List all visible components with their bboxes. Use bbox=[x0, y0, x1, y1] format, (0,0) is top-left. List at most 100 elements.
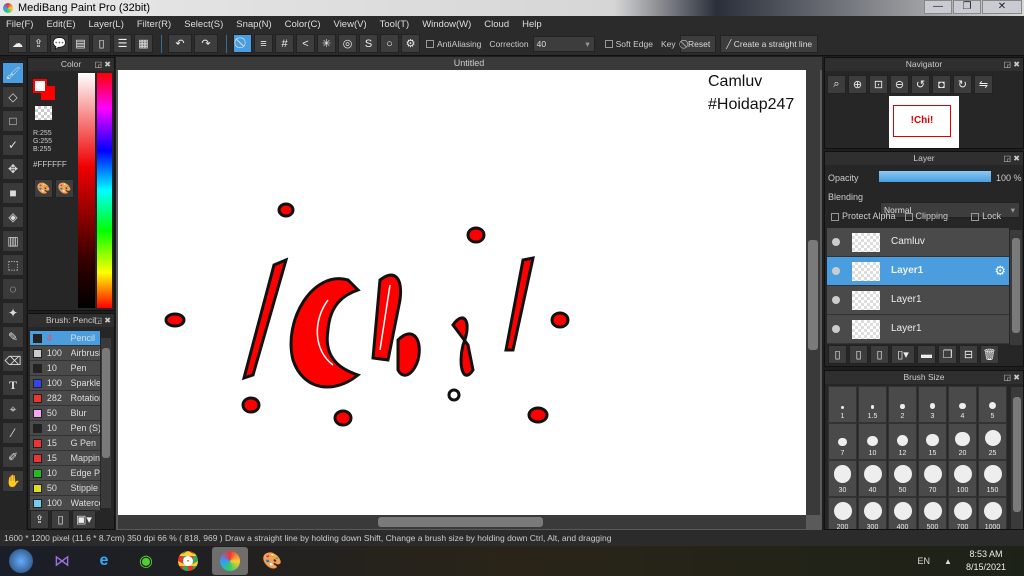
brush-item[interactable]: 15 G Pen bbox=[30, 436, 100, 451]
brush-item[interactable]: 50 Blur bbox=[30, 406, 100, 421]
magic-wand-tool-icon[interactable]: ✦ bbox=[2, 302, 24, 324]
select-eraser-tool-icon[interactable]: ⌫ bbox=[2, 350, 24, 372]
new-layer-icon[interactable]: ▯ bbox=[828, 345, 847, 364]
select-pen-tool-icon[interactable]: ✎ bbox=[2, 326, 24, 348]
panel-close-icon[interactable]: ◲ ✖ bbox=[1004, 371, 1020, 384]
folder-icon[interactable]: ▬ bbox=[917, 345, 936, 364]
minimize-button[interactable]: — bbox=[924, 0, 952, 14]
undo-icon[interactable]: ↶ bbox=[168, 34, 192, 53]
add-layer-menu-icon[interactable]: ▯▾ bbox=[891, 345, 915, 364]
protect-alpha-checkbox[interactable]: Protect Alpha bbox=[831, 211, 896, 221]
brush-item[interactable]: 15 Mapping bbox=[30, 451, 100, 466]
visibility-icon[interactable] bbox=[832, 238, 840, 246]
reset-rotation-icon[interactable]: ◘ bbox=[932, 75, 951, 94]
medibang-icon[interactable] bbox=[212, 547, 248, 575]
vertical-scrollbar[interactable] bbox=[806, 70, 820, 515]
start-button[interactable] bbox=[4, 547, 38, 575]
layer-row[interactable]: Layer1 bbox=[827, 286, 1009, 315]
panel-close-icon[interactable]: ◲ ✖ bbox=[95, 314, 111, 327]
hue-bar[interactable] bbox=[97, 73, 112, 308]
divide-tool-icon[interactable]: ⁄ bbox=[2, 422, 24, 444]
opacity-slider[interactable] bbox=[879, 171, 991, 182]
brush-item[interactable]: 282 Rotation bbox=[30, 391, 100, 406]
brush-item[interactable]: 50 Stipple bbox=[30, 481, 100, 496]
delete-layer-icon[interactable]: 🗑 bbox=[980, 345, 999, 364]
brush-item[interactable]: 10 Pen (S) bbox=[30, 421, 100, 436]
grid-icon[interactable]: ▦ bbox=[134, 34, 153, 53]
palette-settings-icon[interactable]: 🎨 bbox=[55, 179, 74, 198]
new-1bit-layer-icon[interactable]: ▯ bbox=[870, 345, 889, 364]
panel-close-icon[interactable]: ◲ ✖ bbox=[95, 58, 111, 71]
rotate-left-icon[interactable]: ↺ bbox=[911, 75, 930, 94]
palette-icon[interactable]: 🎨 bbox=[34, 179, 53, 198]
navigator-preview[interactable]: !Chi! bbox=[889, 96, 959, 148]
layer-row[interactable]: Layer1 bbox=[827, 315, 1009, 344]
clock[interactable]: 8:53 AM 8/15/2021 bbox=[966, 548, 1006, 574]
grid-snap-icon[interactable]: # bbox=[275, 34, 294, 53]
brush-tool-icon[interactable]: 🖌 bbox=[2, 62, 24, 84]
brush-size-cell[interactable]: 1 bbox=[828, 386, 857, 423]
brush-size-cell[interactable]: 100 bbox=[948, 460, 977, 497]
brush-size-cell[interactable]: 10 bbox=[858, 423, 887, 460]
visibility-icon[interactable] bbox=[832, 325, 840, 333]
comment-icon[interactable]: 💬 bbox=[50, 34, 69, 53]
layer-row[interactable]: Camluv bbox=[827, 228, 1009, 257]
close-button[interactable]: ✕ bbox=[982, 0, 1022, 14]
flip-icon[interactable]: ⇋ bbox=[974, 75, 993, 94]
duplicate-layer-icon[interactable]: ❐ bbox=[938, 345, 957, 364]
layer-scrollbar[interactable] bbox=[1010, 230, 1022, 345]
menu-edit[interactable]: Edit(E) bbox=[46, 19, 75, 30]
brush-size-cell[interactable]: 150 bbox=[978, 460, 1007, 497]
concentric-snap-icon[interactable]: ◎ bbox=[338, 34, 357, 53]
brush-size-cell[interactable]: 30 bbox=[828, 460, 857, 497]
brush-size-cell[interactable]: 25 bbox=[978, 423, 1007, 460]
paint-icon[interactable]: 🎨 bbox=[254, 547, 290, 575]
menu-tool[interactable]: Tool(T) bbox=[380, 19, 410, 30]
message-icon[interactable]: ▤ bbox=[71, 34, 90, 53]
visual-studio-icon[interactable]: ⋈ bbox=[44, 547, 80, 575]
menu-help[interactable]: Help bbox=[522, 19, 542, 30]
panel-close-icon[interactable]: ◲ ✖ bbox=[1004, 152, 1020, 165]
eraser-tool-icon[interactable]: ◇ bbox=[2, 86, 24, 108]
redo-icon[interactable]: ↷ bbox=[194, 34, 218, 53]
curve-snap-icon[interactable]: S bbox=[359, 34, 378, 53]
panel-close-icon[interactable]: ◲ ✖ bbox=[1004, 58, 1020, 71]
zoom-fit-icon[interactable]: ⌕ bbox=[827, 75, 846, 94]
menu-layer[interactable]: Layer(L) bbox=[89, 19, 124, 30]
menu-file[interactable]: File(F) bbox=[6, 19, 33, 30]
horizontal-scrollbar[interactable] bbox=[118, 515, 806, 529]
brush-menu-icon[interactable]: ▣▾ bbox=[72, 510, 96, 529]
menu-select[interactable]: Select(S) bbox=[184, 19, 223, 30]
zoom-out-icon[interactable]: ⊖ bbox=[890, 75, 909, 94]
menu-cloud[interactable]: Cloud bbox=[484, 19, 509, 30]
saturation-bar[interactable] bbox=[78, 73, 95, 308]
export-icon[interactable]: ⇪ bbox=[29, 34, 48, 53]
brush-size-cell[interactable]: 50 bbox=[888, 460, 917, 497]
actual-size-icon[interactable]: ⊡ bbox=[869, 75, 888, 94]
reset-button[interactable]: ⃠ Reset bbox=[679, 34, 717, 53]
brush-size-cell[interactable]: 12 bbox=[888, 423, 917, 460]
zoom-in-icon[interactable]: ⊕ bbox=[848, 75, 867, 94]
brush-scrollbar[interactable] bbox=[101, 338, 111, 508]
menu-filter[interactable]: Filter(R) bbox=[137, 19, 171, 30]
brush-size-cell[interactable]: 15 bbox=[918, 423, 947, 460]
restore-button[interactable]: ❐ bbox=[953, 0, 981, 14]
document-icon[interactable]: ▯ bbox=[92, 34, 111, 53]
create-straight-line-button[interactable]: ╱ Create a straight line bbox=[720, 34, 819, 53]
lock-checkbox[interactable]: Lock bbox=[971, 211, 1001, 221]
brush-size-cell[interactable]: 40 bbox=[858, 460, 887, 497]
visibility-icon[interactable] bbox=[832, 296, 840, 304]
antialiasing-checkbox[interactable]: AntiAliasing bbox=[426, 39, 481, 49]
clipping-checkbox[interactable]: Clipping bbox=[904, 211, 948, 221]
brush-size-scrollbar[interactable] bbox=[1011, 387, 1023, 529]
cloud-brush-icon[interactable]: ⇪ bbox=[30, 510, 49, 529]
brush-size-cell[interactable]: 3 bbox=[918, 386, 947, 423]
brush-size-cell[interactable]: 700 bbox=[948, 497, 977, 529]
dot-tool-icon[interactable]: ✓ bbox=[2, 134, 24, 156]
brush-item[interactable]: 100 Airbrush bbox=[30, 346, 100, 361]
snap-off-icon[interactable]: ⃠ bbox=[233, 34, 252, 53]
eyedropper-tool-icon[interactable]: ✐ bbox=[2, 446, 24, 468]
brush-size-cell[interactable]: 5 bbox=[978, 386, 1007, 423]
perspective-snap-icon[interactable]: < bbox=[296, 34, 315, 53]
new-8bit-layer-icon[interactable]: ▯ bbox=[849, 345, 868, 364]
